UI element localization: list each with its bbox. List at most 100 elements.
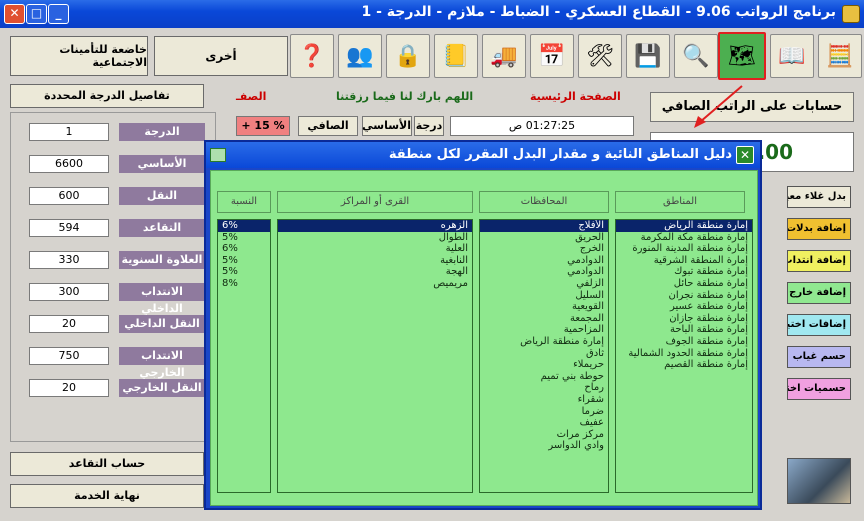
save-icon[interactable]: 💾 [626,34,670,78]
annual-raise-value[interactable]: 330 [29,251,109,269]
app-icon [842,5,860,23]
users-icon[interactable]: 👥 [338,34,382,78]
map-search-icon[interactable]: 🗺 [718,32,766,80]
internal-mandate-value[interactable]: 300 [29,283,109,301]
page-link[interactable]: الصفـ [236,90,266,103]
list-item[interactable]: الخرج [480,243,608,255]
list-item[interactable]: الزلفي [480,278,608,290]
transport-value[interactable]: 600 [29,187,109,205]
cost-of-living-button[interactable]: بدل غلاء معيشة 5 [787,186,851,208]
list-item[interactable]: إمارة منطقة حائل [616,278,752,290]
list-item[interactable]: إمارة منطقة الباحة [616,324,752,336]
list-item[interactable]: 5% [218,266,270,278]
dialog-title: دليل المناطق النائية و مقدار البدل المقر… [388,147,732,162]
list-item[interactable]: 5% [218,232,270,244]
list-item[interactable]: إمارة منطقة الرياض [480,336,608,348]
basic-value[interactable]: 6600 [29,155,109,173]
other-button[interactable]: أخرى [154,36,288,76]
absence-deduction-button[interactable]: حسم غياب [787,346,851,368]
list-item[interactable]: إمارة منطقة القصيم [616,359,752,371]
lock-icon[interactable]: 🔒 [386,34,430,78]
tab-basic[interactable]: الأساسي [362,116,412,136]
maximize-button[interactable]: □ [26,4,47,24]
external-transport-value[interactable]: 20 [29,379,109,397]
regions-list[interactable]: إمارة منطقة الرياض إمارة منطقة مكة المكرم… [615,219,753,493]
add-overtime-button[interactable]: إضافة خارج دوام [787,282,851,304]
social-insurance-button[interactable]: خاضعة للتأمينات الاجتماعية [10,36,148,76]
list-item[interactable]: إمارة منطقة الرياض [616,220,752,232]
help-icon[interactable]: ❓ [290,34,334,78]
list-item[interactable]: مركز مرات [480,429,608,441]
tab-net[interactable]: الصافي [298,116,358,136]
external-mandate-label: الانتداب الخارجي [119,347,205,379]
internal-transport-value[interactable]: 20 [29,315,109,333]
calendar14-icon[interactable]: 📅 [530,34,574,78]
list-item[interactable]: الأفلاج [480,220,608,232]
governorates-list[interactable]: الأفلاج الحريق الخرج الدوادمي الدوادمي الزلفي… [479,219,609,493]
end-of-service-button[interactable]: نهاية الخدمة [10,484,204,508]
list-item[interactable]: إمارة المنطقة الشرقية [616,255,752,267]
list-item[interactable]: إمارة منطقة المدينة المنورة [616,243,752,255]
tab-grade[interactable]: درجة [414,116,444,136]
list-item[interactable]: الدوادمي [480,266,608,278]
list-item[interactable]: الطوال [278,232,472,244]
list-item[interactable]: الحريق [480,232,608,244]
list-item[interactable]: ضرما [480,406,608,418]
villages-list[interactable]: الزهره الطوال العلية النابغية الهجة مريميص [277,219,473,493]
list-item[interactable]: عفيف [480,417,608,429]
dialog-icon [210,148,226,162]
list-item[interactable]: 8% [218,278,270,290]
list-item[interactable]: السليل [480,290,608,302]
list-item[interactable]: الهجة [278,266,472,278]
grade-details-button[interactable]: تفاصيل الدرجة المحددة [10,84,204,108]
list-item[interactable]: المزاحمية [480,324,608,336]
list-item[interactable]: العلية [278,243,472,255]
list-item[interactable]: إمارة منطقة الجوف [616,336,752,348]
list-item[interactable]: إمارة منطقة عسير [616,301,752,313]
add-allowances-button[interactable]: إضافة بدلات و مكافآت [787,218,851,240]
list-item[interactable]: رماح [480,382,608,394]
tools-icon[interactable]: 🛠 [578,34,622,78]
grade-value[interactable]: 1 [29,123,109,141]
book-icon[interactable]: 📖 [770,34,814,78]
list-item[interactable]: حريملاء [480,359,608,371]
retirement-calc-button[interactable]: حساب التقاعد [10,452,204,476]
list-item[interactable]: 6% [218,243,270,255]
truck-icon[interactable]: 🚚 [482,34,526,78]
list-item[interactable]: إمارة منطقة مكة المكرمة [616,232,752,244]
list-item[interactable]: الزهره [278,220,472,232]
list-item[interactable]: إمارة منطقة الحدود الشمالية [616,348,752,360]
dialog-close-button[interactable]: ✕ [736,146,754,164]
calendar-icon[interactable]: 📒 [434,34,478,78]
search-doc-icon[interactable]: 🔍 [674,34,718,78]
external-mandate-value[interactable]: 750 [29,347,109,365]
villages-header: القرى أو المراكز [277,191,473,213]
home-page-link[interactable]: الصفحة الرئيسية [530,90,621,103]
list-item[interactable]: ثادق [480,348,608,360]
minimize-button[interactable]: _ [48,4,69,24]
list-item[interactable]: 6% [218,220,270,232]
close-button[interactable]: ✕ [4,4,25,24]
calculator-icon[interactable]: 🧮 [818,34,862,78]
list-item[interactable]: 5% [218,255,270,267]
optional-deductions-button[interactable]: حسميات اختيارية [787,378,851,400]
list-item[interactable]: حوطة بني تميم [480,371,608,383]
list-item[interactable]: شقراء [480,394,608,406]
list-item[interactable]: إمارة منطقة تبوك [616,266,752,278]
list-item[interactable]: المجمعة [480,313,608,325]
add-mandate-button[interactable]: إضافة انتداب [787,250,851,272]
window-title: برنامج الرواتب 9.06 - القطاع العسكري - ا… [361,4,836,20]
list-item[interactable]: إمارة منطقة نجران [616,290,752,302]
field-external-mandate: 750 الانتداب الخارجي [19,347,215,379]
list-item[interactable]: الدوادمي [480,255,608,267]
tab-percent[interactable]: + 15 % [236,116,290,136]
percent-list[interactable]: 6% 5% 6% 5% 5% 8% [217,219,271,493]
retirement-value[interactable]: 594 [29,219,109,237]
list-item[interactable]: وادي الدواسر [480,440,608,452]
list-item[interactable]: القويعية [480,301,608,313]
optional-additions-button[interactable]: إضافات اختيارية [787,314,851,336]
grade-details-panel: 1 الدرجة 6600 الأساسي 600 النقل 594 التقاعد … [10,112,216,442]
list-item[interactable]: مريميص [278,278,472,290]
list-item[interactable]: إمارة منطقة جازان [616,313,752,325]
list-item[interactable]: النابغية [278,255,472,267]
